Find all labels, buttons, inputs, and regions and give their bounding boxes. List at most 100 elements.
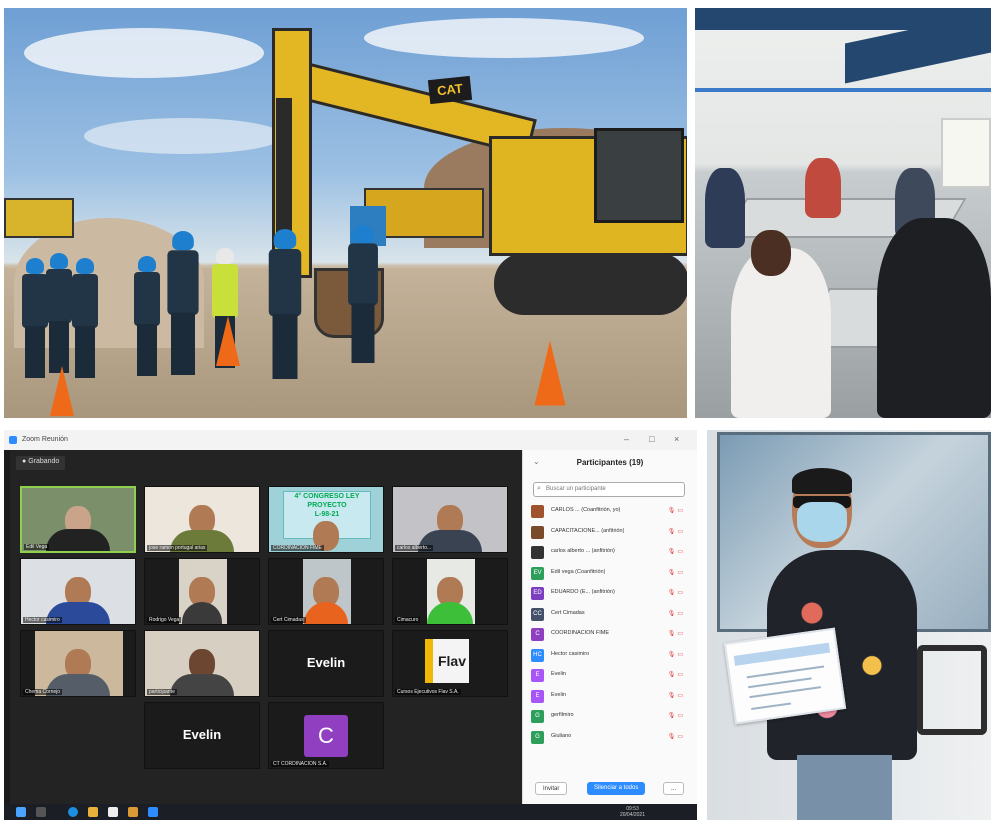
certificate-text-line: [746, 665, 825, 679]
certificate-text-line: [751, 702, 792, 711]
mic-video-status-icon: 🎙︎▭: [667, 713, 685, 719]
participant-row[interactable]: CC Cert Cimadas 🎙︎▭: [529, 605, 689, 626]
face-mask: [797, 502, 847, 542]
video-tile[interactable]: Cert Cimadas: [268, 558, 384, 625]
start-icon[interactable]: [16, 807, 26, 817]
video-tile[interactable]: Cimacuro: [392, 558, 508, 625]
student-head: [751, 230, 791, 276]
participant-row[interactable]: ED EDUARDO (E... (anfitrión) 🎙︎▭: [529, 584, 689, 605]
worker: [165, 231, 201, 375]
participant-name: Cert Cimadas: [551, 609, 585, 616]
participant-avatar: G: [531, 730, 544, 744]
participant-avatar: E: [531, 669, 544, 682]
worker: [70, 258, 100, 378]
search-icon[interactable]: [36, 807, 46, 817]
tile-name: participante: [147, 689, 177, 695]
poster-line: PROYECTO: [307, 502, 347, 509]
mic-video-status-icon: 🎙︎▭: [667, 651, 685, 658]
participant-avatar: CC: [531, 607, 544, 621]
close-icon[interactable]: ×: [674, 434, 679, 444]
participant-row[interactable]: Ggerfilmiro 🎙︎▭: [529, 707, 689, 728]
tile-name: Cert Cimadas: [271, 617, 306, 623]
participant-row[interactable]: C COORDINACION FIME 🎙︎▭: [529, 625, 689, 646]
video-tile[interactable]: 4° CONGRESO LEY PROYECTO L-98-21 CORDINA…: [268, 486, 384, 553]
tile-name: CORDINACION FIME: [271, 545, 324, 551]
participants-title: Participantes (19): [576, 458, 644, 467]
maximize-icon[interactable]: □: [649, 434, 654, 444]
participant-search-input[interactable]: ⌕ Buscar un participante: [533, 482, 685, 497]
certificate-text-line: [749, 686, 822, 699]
certificate-band: [733, 642, 831, 666]
student-dark-hoodie: [877, 218, 991, 418]
participant-name: gerfilmiro: [551, 712, 574, 718]
mic-video-status-icon: 🎙︎▭: [667, 692, 685, 699]
zoom-meeting-screenshot: Zoom Reunión – □ × ● Grabando Edil Vega …: [4, 430, 697, 820]
traffic-cone: [50, 366, 74, 416]
video-tile[interactable]: jose ramon portugal arias: [144, 486, 260, 553]
worker: [346, 225, 381, 363]
minimize-icon[interactable]: –: [624, 434, 629, 444]
participant-row[interactable]: E Evelin 🎙︎▭: [529, 687, 689, 708]
video-tile[interactable]: Evelin: [144, 702, 260, 769]
search-placeholder: Buscar un participante: [546, 486, 606, 492]
tile-name: Hector casimiro: [23, 617, 62, 623]
participant-name: Hector casimiro: [551, 650, 590, 657]
video-grid: ● Grabando Edil Vega jose ramon portugal…: [10, 450, 522, 804]
invite-button[interactable]: Invitar: [535, 782, 568, 795]
more-button[interactable]: ...: [663, 782, 685, 795]
tile-name: Chema Cornejo: [23, 689, 63, 695]
workshop-photo: [695, 8, 991, 418]
poster-line: L-98-21: [314, 511, 340, 518]
zoom-taskbar-icon[interactable]: [148, 807, 158, 817]
tile-display-name: Evelin: [182, 727, 222, 742]
window-title: Zoom Reunión: [22, 436, 68, 443]
wall-stripe: [695, 88, 991, 92]
video-tile[interactable]: Evelin: [268, 630, 384, 697]
video-tile[interactable]: Chema Cornejo: [20, 630, 136, 697]
participant-name: CAPACITACIONE... (anfitrión): [551, 527, 625, 534]
cloud: [24, 28, 264, 78]
participant-avatar: ED: [531, 587, 544, 600]
edge-icon[interactable]: [68, 807, 78, 817]
participant-name: Giuliano: [551, 732, 572, 739]
participant-row[interactable]: G Giuliano 🎙︎▭: [529, 728, 689, 749]
zoom-logo-icon: [9, 436, 17, 444]
mic-video-status-icon: 🎙︎▭: [667, 528, 685, 535]
mute-all-button[interactable]: Silenciar a todos: [587, 782, 646, 795]
participant-avatar: [531, 525, 544, 539]
video-tile[interactable]: Rodrigo Vega: [144, 558, 260, 625]
clock-date: 20/04/2021: [619, 812, 645, 818]
traffic-cone: [216, 316, 240, 366]
video-tile[interactable]: Hector casimiro: [20, 558, 136, 625]
video-tile[interactable]: Flav Cursos Ejecutivos Flav S.A.: [392, 630, 508, 697]
recording-chip[interactable]: ● Grabando: [16, 456, 66, 470]
participant-avatar: C: [531, 628, 544, 641]
cloud: [364, 18, 644, 58]
video-tile[interactable]: participante: [144, 630, 260, 697]
student: [805, 158, 841, 218]
participant-name: EDUARDO (E... (anfitrión): [551, 589, 615, 595]
participant-row[interactable]: CAPACITACIONE... (anfitrión) 🎙︎▭: [529, 523, 689, 544]
participant-row[interactable]: carlos alberto ... (anfitrión) 🎙︎▭: [529, 543, 689, 564]
participants-panel: ⌄ Participantes (19) ⌕ Buscar un partici…: [522, 450, 697, 804]
search-icon: ⌕: [537, 485, 541, 492]
mic-video-status-icon: 🎙︎▭: [667, 672, 685, 678]
app-icon[interactable]: [108, 807, 118, 817]
video-tile[interactable]: C CT CORDINACION S.A.: [268, 702, 384, 769]
flav-logo: Flav: [425, 639, 469, 683]
participant-row[interactable]: CARLOS ... (Coanfitrión, yo) 🎙︎▭: [529, 502, 689, 523]
folder-icon[interactable]: [88, 807, 98, 817]
tile-name: carlos alberto...: [395, 545, 434, 551]
mic-video-status-icon: 🎙︎▭: [667, 508, 685, 514]
participant-row[interactable]: EV Edil vega (Coanfitrión) 🎙︎▭: [529, 564, 689, 585]
video-tile[interactable]: Edil Vega: [20, 486, 136, 553]
recording-label: Grabando: [28, 458, 60, 465]
participant-row[interactable]: E Evelin 🎙︎▭: [529, 666, 689, 687]
app-icon[interactable]: [128, 807, 138, 817]
mic-video-status-icon: 🎙︎▭: [667, 631, 685, 637]
video-tile[interactable]: carlos alberto...: [392, 486, 508, 553]
participant-row[interactable]: HC Hector casimiro 🎙︎▭: [529, 646, 689, 667]
participant-avatar: HC: [531, 648, 544, 662]
man-jeans: [797, 755, 892, 820]
excavator-cab: [594, 128, 684, 223]
